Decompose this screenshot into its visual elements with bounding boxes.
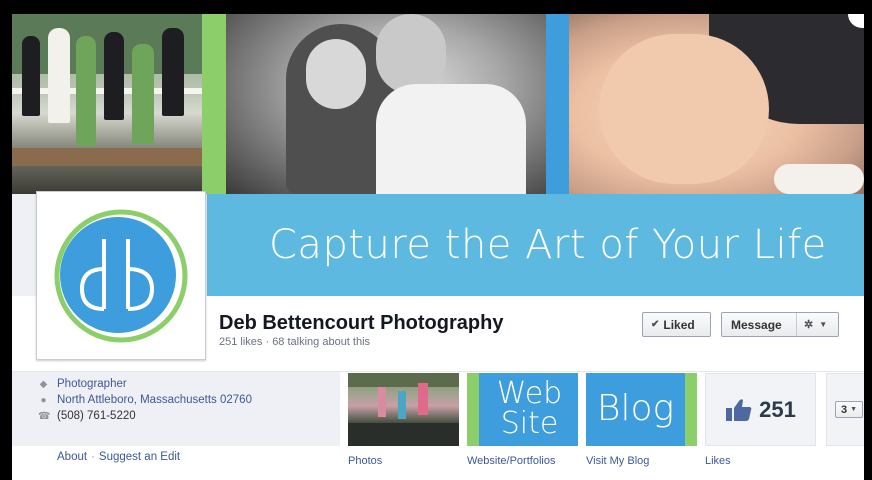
profile-picture[interactable]: [36, 191, 206, 360]
bridesmaid-shape: [132, 44, 154, 144]
man-shirt-shape: [376, 84, 526, 194]
facebook-page-window: Capture the Art of Your Life Deb Bettenc…: [12, 14, 864, 480]
map-pin-icon: ●: [40, 394, 47, 406]
cover-tagline: Capture the Art of Your Life: [207, 194, 864, 296]
app-photos-label[interactable]: Photos: [348, 455, 382, 467]
green-divider: [202, 14, 226, 194]
blue-divider: [546, 14, 569, 194]
about-box: ◆ Photographer ● North Attleboro, Massac…: [12, 372, 340, 446]
figure-shape: [398, 391, 406, 419]
category-link[interactable]: Photographer: [57, 378, 127, 390]
page-options-button[interactable]: ✲ ▼: [796, 313, 827, 336]
bridesmaid-shape: [76, 36, 96, 146]
chevron-down-icon: ▼: [819, 320, 828, 329]
bride-shape: [48, 28, 70, 123]
gear-icon: ✲: [804, 319, 814, 331]
liked-button[interactable]: ✔ Liked: [642, 312, 711, 337]
category-row: ◆ Photographer: [38, 378, 127, 390]
app-photos-tile[interactable]: [348, 373, 459, 446]
thumbs-up-icon: [726, 398, 752, 421]
link-separator: ·: [91, 451, 95, 463]
cover-baby-photo: [569, 14, 864, 194]
figure-shape: [378, 387, 386, 417]
figure-shape: [418, 383, 428, 415]
groomsman-shape: [162, 28, 184, 116]
blog-tile-text: Blog: [596, 388, 675, 429]
app-website-tile[interactable]: Web Site: [467, 373, 578, 446]
page-stats: 251 likes · 68 talking about this: [219, 336, 371, 348]
likes-count: 251: [759, 396, 796, 422]
page-title[interactable]: Deb Bettencourt Photography: [219, 312, 503, 335]
app-likes-tile[interactable]: 251: [705, 373, 816, 446]
groomsman-shape: [22, 36, 40, 116]
web-site-tile-text: Web Site: [481, 379, 578, 439]
baby-face-shape: [599, 34, 769, 184]
car-shape: [348, 423, 459, 446]
cover-couple-photo: [226, 14, 546, 194]
blanket-shape: [774, 164, 864, 194]
phone-icon: ☎: [38, 410, 51, 422]
app-blog-tile[interactable]: Blog: [586, 373, 697, 446]
more-apps-panel: 3 ▼: [826, 373, 864, 446]
db-logo: [54, 209, 188, 343]
tile-green-bar: [685, 373, 697, 446]
tile-text-line1: Web: [496, 376, 563, 411]
more-apps-button[interactable]: 3 ▼: [835, 401, 863, 418]
about-links: About · Suggest an Edit: [57, 451, 180, 463]
phone-number: (508) 761-5220: [57, 410, 136, 422]
liked-button-label: Liked: [663, 317, 695, 332]
tile-text-line2: Site: [500, 406, 559, 441]
groomsman-shape: [104, 32, 124, 120]
woman-face-shape: [306, 39, 366, 109]
man-head-shape: [376, 14, 446, 94]
address-link[interactable]: North Attleboro, Massachusetts 02760: [57, 394, 252, 406]
tile-green-bar: [467, 373, 479, 446]
more-apps-count: 3: [840, 403, 848, 416]
chevron-down-icon: ▼: [850, 406, 858, 413]
about-link[interactable]: About: [57, 451, 87, 463]
app-likes-label[interactable]: Likes: [705, 455, 731, 467]
message-button-group: Message ✲ ▼: [721, 312, 839, 337]
address-row: ● North Attleboro, Massachusetts 02760: [38, 394, 252, 406]
trees-shape: [348, 373, 459, 387]
phone-row: ☎ (508) 761-5220: [38, 410, 136, 422]
message-button[interactable]: Message: [722, 318, 796, 332]
app-website-label[interactable]: Website/Portfolios: [467, 455, 555, 467]
check-icon: ✔: [651, 319, 660, 330]
cover-wedding-photo: [12, 14, 202, 194]
page-info-bar: ◆ Photographer ● North Attleboro, Massac…: [12, 371, 864, 480]
app-blog-label[interactable]: Visit My Blog: [586, 455, 649, 467]
suggest-edit-link[interactable]: Suggest an Edit: [99, 451, 180, 463]
dock-shape: [12, 148, 202, 166]
tag-icon: ◆: [39, 378, 48, 390]
